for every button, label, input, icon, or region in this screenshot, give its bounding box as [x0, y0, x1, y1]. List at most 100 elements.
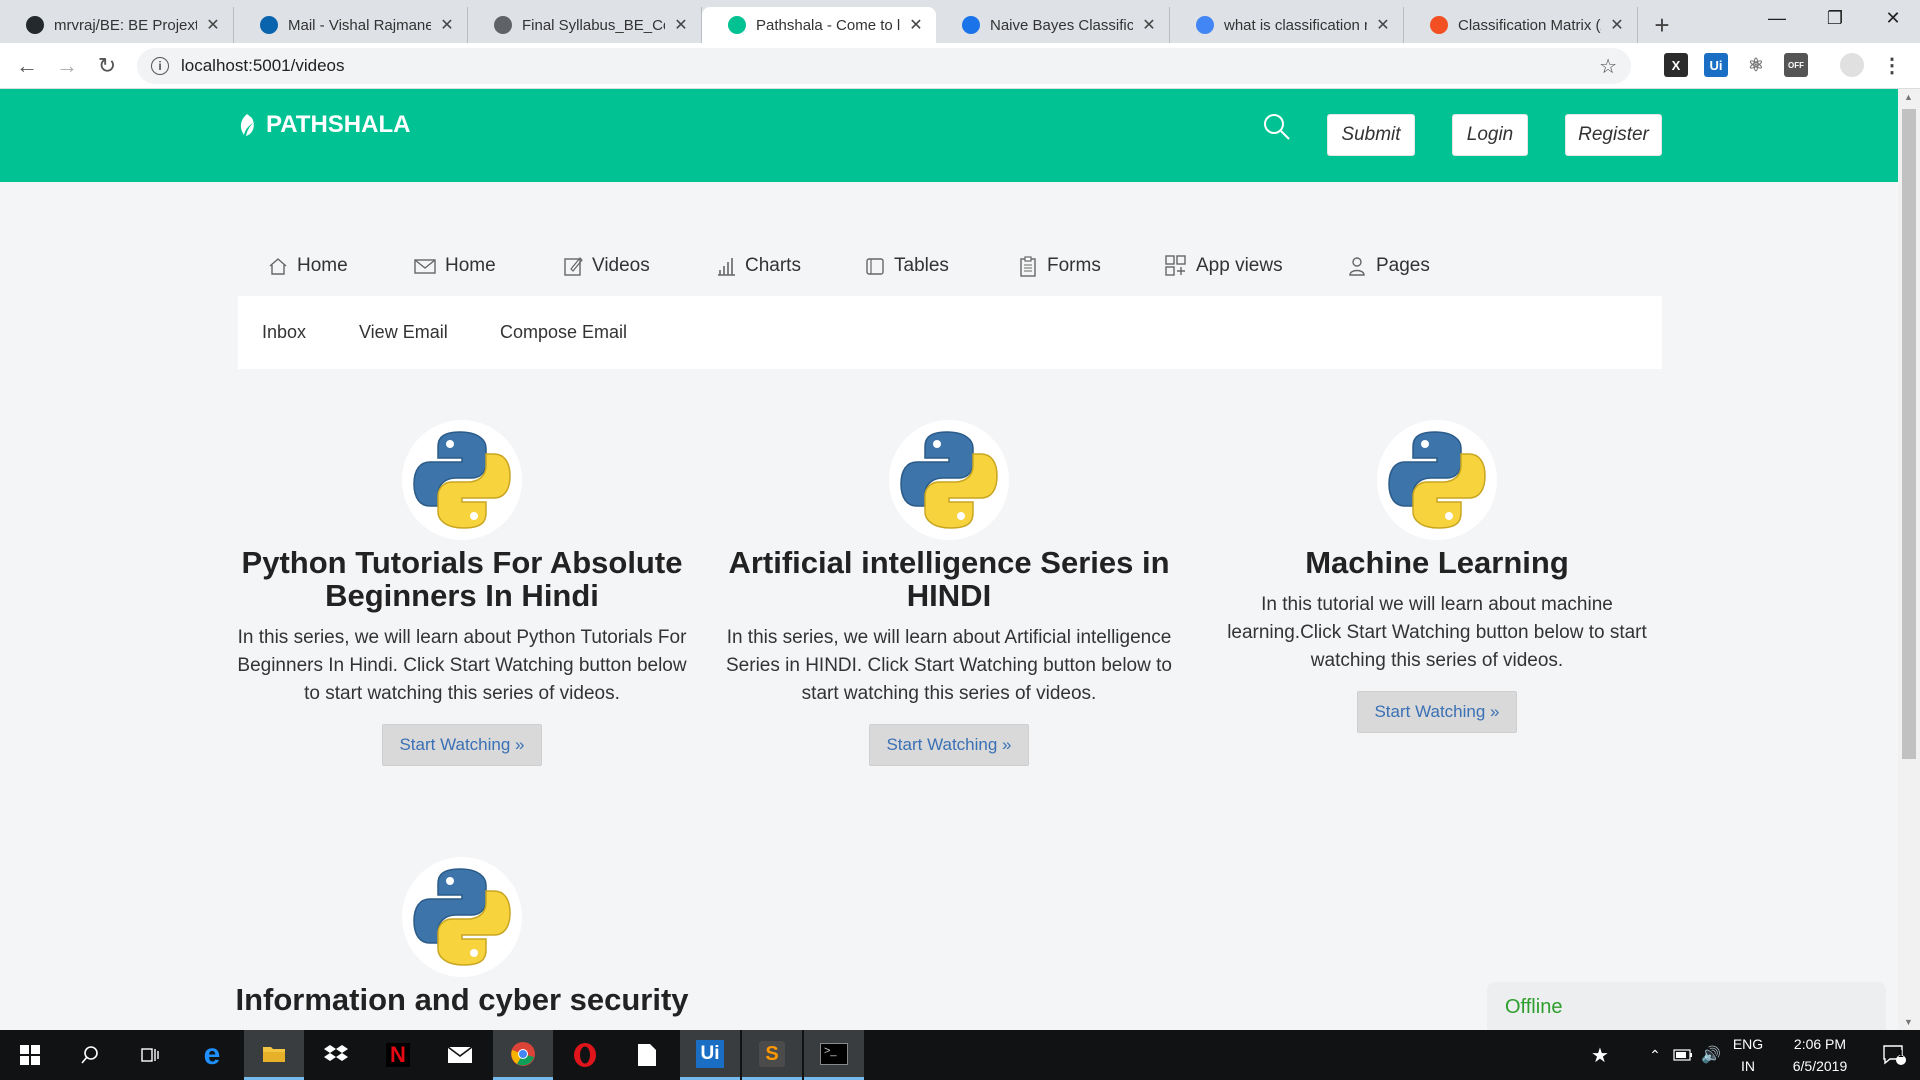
language-code: ENG: [1732, 1036, 1764, 1052]
extension-puzzle-icon[interactable]: ⚛: [1744, 53, 1768, 77]
pathshala-leaf-icon: [728, 16, 746, 34]
tab-close-icon[interactable]: ✕: [1375, 15, 1391, 35]
start-watching-button[interactable]: Start Watching »: [382, 724, 542, 766]
python-logo-icon: [889, 420, 1009, 540]
windows-taskbar: e N Ui S >_ ★ ⌃ 🔊 ENG IN 2:06 PM 6/5/201…: [0, 1030, 1920, 1080]
browser-tab[interactable]: mrvraj/BE: BE Projext ✕: [0, 7, 234, 43]
back-icon[interactable]: ←: [7, 46, 47, 86]
submenu-compose-email[interactable]: Compose Email: [500, 322, 627, 343]
clock[interactable]: 2:06 PM 6/5/2019: [1772, 1033, 1868, 1077]
menu-item-tables[interactable]: Tables: [864, 246, 949, 286]
tab-close-icon[interactable]: ✕: [439, 15, 455, 35]
menu-item-app-views[interactable]: App views: [1164, 246, 1283, 286]
menu-item-forms[interactable]: Forms: [1017, 246, 1101, 286]
login-button[interactable]: Login: [1452, 114, 1528, 156]
menu-item-pages[interactable]: Pages: [1346, 246, 1430, 286]
menu-item-charts[interactable]: Charts: [715, 246, 801, 286]
leaf-icon: [240, 114, 254, 136]
scroll-up-icon[interactable]: ▲: [1904, 92, 1913, 102]
browser-tab[interactable]: Mail - Vishal Rajmane - ✕: [234, 7, 468, 43]
profile-avatar-icon[interactable]: [1840, 53, 1864, 77]
extension-uipath-icon[interactable]: Ui: [1704, 53, 1728, 77]
register-button[interactable]: Register: [1565, 114, 1662, 156]
tab-close-icon[interactable]: ✕: [1609, 15, 1625, 35]
start-watching-button[interactable]: Start Watching »: [1357, 691, 1517, 733]
tab-title: mrvraj/BE: BE Projext: [54, 16, 197, 34]
browser-tab[interactable]: Naive Bayes Classificati ✕: [936, 7, 1170, 43]
tab-close-icon[interactable]: ✕: [908, 15, 924, 35]
opera-icon[interactable]: [555, 1030, 615, 1080]
menu-item-videos[interactable]: Videos: [562, 246, 650, 286]
tab-title: Naive Bayes Classificati: [990, 16, 1133, 34]
python-logo-icon: [1377, 420, 1497, 540]
card-description: In this tutorial we will learn about mac…: [1227, 594, 1647, 671]
region-code: IN: [1741, 1058, 1755, 1074]
submenu-inbox[interactable]: Inbox: [262, 322, 306, 343]
notepad-icon[interactable]: [617, 1030, 677, 1080]
people-icon[interactable]: ★: [1575, 1030, 1625, 1080]
file-explorer-icon[interactable]: [244, 1030, 304, 1080]
site-info-icon[interactable]: i: [151, 57, 169, 75]
menu-label: Home: [445, 255, 496, 276]
sublime-text-icon[interactable]: S: [742, 1030, 802, 1080]
restore-icon[interactable]: ❐: [1806, 0, 1864, 36]
brand-logo[interactable]: PATHSHALA: [236, 111, 410, 139]
browser-tab[interactable]: Pathshala - Come to le ✕: [702, 7, 936, 43]
card-description: In this series, we will learn about Arti…: [726, 627, 1172, 704]
forward-icon[interactable]: →: [47, 46, 87, 86]
menu-label: Home: [297, 255, 348, 276]
submenu-bar: Inbox View Email Compose Email: [238, 296, 1662, 369]
menu-item-home-mail[interactable]: Home: [413, 246, 496, 286]
extension-x-icon[interactable]: X: [1664, 53, 1688, 77]
terminal-icon[interactable]: >_: [804, 1030, 864, 1080]
extension-off-icon[interactable]: OFF: [1784, 53, 1808, 77]
url-input[interactable]: i localhost:5001/videos ☆: [137, 48, 1631, 84]
mail-app-icon[interactable]: [430, 1030, 490, 1080]
menu-kebab-icon[interactable]: ⋮: [1880, 53, 1904, 77]
reload-icon[interactable]: ↻: [87, 46, 127, 86]
page-scrollbar[interactable]: ▲ ▼: [1898, 89, 1920, 1030]
browser-tab[interactable]: Final Syllabus_BE_Comp ✕: [468, 7, 702, 43]
browser-tab[interactable]: what is classification n ✕: [1170, 7, 1404, 43]
scroll-down-icon[interactable]: ▼: [1904, 1017, 1913, 1027]
grid-icon: [1165, 255, 1186, 276]
notification-center-icon[interactable]: 1: [1868, 1030, 1920, 1080]
battery-icon[interactable]: [1668, 1030, 1698, 1080]
close-window-icon[interactable]: ✕: [1864, 0, 1920, 36]
new-tab-button[interactable]: +: [1642, 7, 1682, 43]
video-card: Artificial intelligence Series in HINDI …: [721, 420, 1177, 766]
menu-label: Forms: [1047, 255, 1101, 276]
netflix-icon[interactable]: N: [368, 1030, 428, 1080]
submenu-view-email[interactable]: View Email: [359, 322, 448, 343]
minimize-icon[interactable]: —: [1748, 0, 1806, 36]
submit-button[interactable]: Submit: [1327, 114, 1415, 156]
chat-widget-status[interactable]: Offline: [1487, 982, 1886, 1030]
browser-tab[interactable]: Classification Matrix (A ✕: [1404, 7, 1638, 43]
brand-name: PATHSHALA: [266, 111, 411, 138]
menu-item-home[interactable]: Home: [267, 246, 348, 286]
tab-close-icon[interactable]: ✕: [673, 15, 689, 35]
tab-title: what is classification n: [1224, 16, 1367, 34]
start-watching-button[interactable]: Start Watching »: [869, 724, 1029, 766]
video-card: Information and cyber security: [234, 857, 690, 1016]
search-icon[interactable]: [1262, 112, 1292, 142]
tab-close-icon[interactable]: ✕: [205, 15, 221, 35]
dropbox-icon[interactable]: [306, 1030, 366, 1080]
taskbar-search-icon[interactable]: [60, 1030, 120, 1080]
language-indicator[interactable]: ENG IN: [1726, 1033, 1770, 1077]
menu-label: App views: [1196, 255, 1283, 276]
tray-chevron-up-icon[interactable]: ⌃: [1640, 1030, 1670, 1080]
menu-label: Tables: [894, 255, 949, 276]
tab-close-icon[interactable]: ✕: [1141, 15, 1157, 35]
task-view-icon[interactable]: [120, 1030, 180, 1080]
bookmark-star-icon[interactable]: ☆: [1599, 54, 1617, 79]
clock-date: 6/5/2019: [1792, 1058, 1848, 1074]
edge-browser-icon[interactable]: e: [182, 1030, 242, 1080]
windows-start-icon[interactable]: [0, 1030, 60, 1080]
uipath-studio-icon[interactable]: Ui: [680, 1030, 740, 1080]
chrome-icon[interactable]: [493, 1030, 553, 1080]
volume-icon[interactable]: 🔊: [1696, 1030, 1726, 1080]
scrollbar-thumb[interactable]: [1902, 109, 1916, 759]
tab-title: Pathshala - Come to le: [756, 16, 900, 34]
python-logo-icon: [402, 857, 522, 977]
